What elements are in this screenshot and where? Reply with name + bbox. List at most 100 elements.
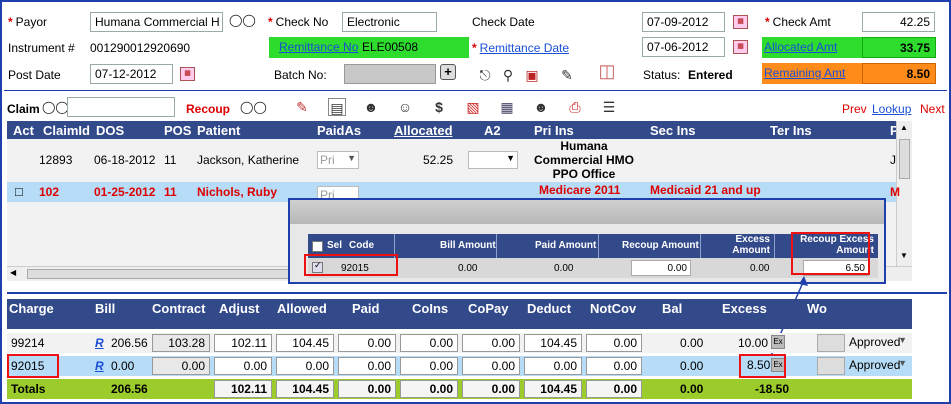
- col-coins: CoIns: [412, 301, 449, 316]
- charge-adjust-input[interactable]: 0.00: [214, 357, 272, 375]
- select-all-checkbox[interactable]: [312, 241, 323, 252]
- check-date-label: Check Date: [472, 15, 535, 29]
- claim-patient: Jackson, Katherine: [197, 153, 300, 167]
- remittance-date-link[interactable]: Remittance Date: [480, 41, 569, 55]
- table-row[interactable]: 99214 R 206.56 103.28 102.11 104.45 0.00…: [7, 333, 912, 353]
- charge-paid-input[interactable]: 0.00: [338, 357, 396, 375]
- charge-paid-input[interactable]: 0.00: [338, 334, 396, 352]
- bill-r-link[interactable]: R: [95, 359, 104, 373]
- totals-row: Totals 206.56 102.11 104.45 0.00 0.00 0.…: [7, 379, 912, 399]
- totals-deduct: 104.45: [524, 380, 582, 398]
- claim-pos: 11: [164, 185, 177, 199]
- col-copay: CoPay: [468, 301, 509, 316]
- bill-r-link[interactable]: R: [95, 336, 104, 350]
- edit-claim-icon[interactable]: ✎: [293, 98, 311, 116]
- recoup-popup-titlebar[interactable]: [290, 200, 884, 224]
- prev-link[interactable]: Prev: [842, 102, 867, 116]
- charge-copay-input[interactable]: 0.00: [462, 357, 520, 375]
- charge-contract: 103.28: [152, 334, 210, 352]
- writeoff-icon[interactable]: [817, 357, 845, 375]
- recoup-search-binoculars-icon[interactable]: ◯◯: [240, 100, 267, 114]
- totals-coins: 0.00: [400, 380, 458, 398]
- recoup-bill-amount: 0.00: [458, 263, 478, 274]
- payor-input[interactable]: Humana Commercial H: [90, 12, 223, 32]
- next-link[interactable]: Next: [920, 102, 945, 116]
- col-paid-amount: Paid Amount: [535, 240, 597, 251]
- col-bill-amount: Bill Amount: [440, 240, 496, 251]
- charge-coins-input[interactable]: 0.00: [400, 334, 458, 352]
- charge-adjust-input[interactable]: 102.11: [214, 334, 272, 352]
- status-value: Entered: [688, 68, 733, 82]
- claim-form-icon[interactable]: ▤: [328, 98, 346, 116]
- col-pos: POS: [164, 123, 192, 138]
- user-profile-icon[interactable]: ☻: [532, 98, 550, 116]
- recoup-excess-highlight-box: [791, 232, 870, 275]
- charge-contract: 0.00: [152, 357, 210, 375]
- charge-notcov-input[interactable]: 0.00: [586, 334, 642, 352]
- col-paid: Paid: [352, 301, 380, 316]
- a2-select[interactable]: ▼: [468, 151, 518, 169]
- writeoff-icon[interactable]: [817, 334, 845, 352]
- add-batch-plus-icon[interactable]: +: [440, 64, 456, 80]
- totals-notcov: 0.00: [586, 380, 642, 398]
- col-act: Act: [13, 123, 34, 138]
- paid-as-select[interactable]: Pri ▼: [317, 151, 359, 169]
- remittance-no-link[interactable]: Remittance No: [279, 40, 358, 54]
- check-no-input[interactable]: Electronic: [342, 12, 437, 32]
- grid-view-icon[interactable]: ▦: [498, 98, 516, 116]
- charge-notcov-input[interactable]: 0.00: [586, 357, 642, 375]
- post-date-input[interactable]: 07-12-2012: [90, 64, 173, 84]
- status-select[interactable]: Approved ▼: [847, 357, 909, 375]
- notes-icon[interactable]: ✎: [558, 66, 576, 84]
- check-date-input[interactable]: 07-09-2012: [642, 12, 725, 32]
- charge-allowed-input[interactable]: 104.45: [276, 334, 334, 352]
- delete-trash-icon[interactable]: □: [15, 184, 23, 199]
- pdf-document-icon[interactable]: ◫: [598, 62, 616, 80]
- users-icon[interactable]: ☺: [396, 98, 414, 116]
- patient-card-icon[interactable]: ☻: [362, 98, 380, 116]
- payor-search-binoculars-icon[interactable]: ◯◯: [229, 13, 256, 27]
- charge-bill: 206.56: [111, 336, 148, 350]
- claim-search-input[interactable]: [67, 97, 175, 117]
- remittance-date-calendar-icon[interactable]: ▦: [733, 40, 748, 54]
- remittance-date-input[interactable]: 07-06-2012: [642, 37, 725, 57]
- charge-copay-input[interactable]: 0.00: [462, 334, 520, 352]
- status-label: Status:: [643, 68, 681, 82]
- remaining-amt-link[interactable]: Remaining Amt: [764, 66, 845, 80]
- lookup-link[interactable]: Lookup: [872, 102, 911, 116]
- charge-coins-input[interactable]: 0.00: [400, 357, 458, 375]
- allocated-amt-link[interactable]: Allocated Amt: [764, 40, 837, 54]
- col-adjust: Adjust: [219, 301, 260, 316]
- col-excess-amount: Excess Amount: [732, 234, 770, 256]
- claim-trail: M: [890, 185, 900, 199]
- report-icon[interactable]: ▧: [464, 98, 482, 116]
- col-charge: Charge: [9, 301, 54, 316]
- batch-no-input[interactable]: [344, 64, 436, 84]
- print-icon[interactable]: ⎙: [566, 98, 584, 116]
- charge-allowed-input[interactable]: 0.00: [276, 357, 334, 375]
- col-wo: Wo: [807, 301, 827, 316]
- check-date-calendar-icon[interactable]: ▦: [733, 15, 748, 29]
- check-amt-input[interactable]: 42.25: [862, 12, 935, 32]
- col-allocated[interactable]: Allocated: [394, 123, 453, 138]
- remaining-amt-field: Remaining Amt: [762, 63, 862, 84]
- status-select[interactable]: Approved ▼: [847, 334, 909, 352]
- excess-settings-icon[interactable]: Ex: [771, 335, 785, 349]
- recoup-amount-input[interactable]: 0.00: [631, 260, 691, 276]
- allocated-amt-field: Allocated Amt: [762, 37, 862, 58]
- claim-search-binoculars-icon[interactable]: ◯◯: [42, 100, 69, 114]
- post-date-calendar-icon[interactable]: ▦: [180, 67, 195, 81]
- charge-deduct-input[interactable]: 0.00: [524, 357, 582, 375]
- col-a2: A2: [484, 123, 501, 138]
- attachment-clip-icon[interactable]: ⎋: [476, 66, 494, 84]
- search-magnifier-icon[interactable]: ⚲: [499, 66, 517, 84]
- col-paidas: PaidAs: [317, 123, 362, 138]
- charge-excess: 10.00: [738, 336, 769, 350]
- col-claimid: ClaimId: [43, 123, 90, 138]
- dollar-icon[interactable]: $: [430, 98, 448, 116]
- columns-icon[interactable]: ☰: [600, 98, 618, 116]
- charge-deduct-input[interactable]: 104.45: [524, 334, 582, 352]
- code-highlight-box: [304, 254, 398, 276]
- export-icon[interactable]: ▣: [523, 66, 541, 84]
- table-row[interactable]: 12893 06-18-2012 11 Jackson, Katherine P…: [7, 139, 896, 182]
